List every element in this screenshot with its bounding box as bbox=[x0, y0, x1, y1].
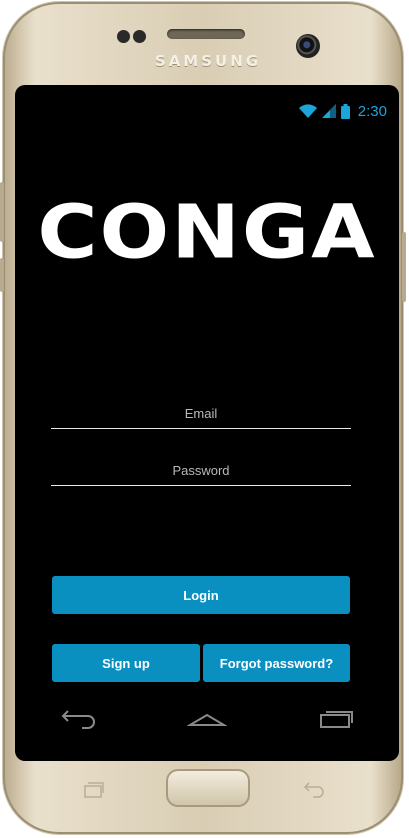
recent-apps-key-icon[interactable] bbox=[83, 781, 105, 799]
status-bar: 2:30 bbox=[298, 101, 387, 121]
proximity-sensor bbox=[117, 30, 130, 43]
login-button[interactable]: Login bbox=[52, 576, 350, 614]
screen: 2:30 CONGA Login Sign up Forgot password… bbox=[15, 85, 399, 761]
light-sensor bbox=[133, 30, 146, 43]
password-input[interactable] bbox=[51, 455, 351, 486]
recent-apps-icon[interactable] bbox=[318, 707, 354, 729]
brand-logo: SAMSUNG bbox=[154, 52, 262, 70]
volume-button bbox=[0, 182, 4, 242]
power-button bbox=[402, 232, 406, 302]
sign-up-button[interactable]: Sign up bbox=[52, 644, 200, 682]
home-icon[interactable] bbox=[186, 707, 227, 729]
app-logo: CONGA bbox=[37, 189, 377, 276]
cell-signal-icon bbox=[321, 104, 336, 118]
front-camera bbox=[296, 34, 320, 58]
wifi-icon bbox=[298, 104, 317, 118]
battery-icon bbox=[340, 103, 350, 119]
earpiece-speaker bbox=[167, 29, 245, 39]
bixby-button bbox=[0, 258, 4, 292]
android-nav-bar bbox=[15, 700, 399, 736]
forgot-password-button[interactable]: Forgot password? bbox=[203, 644, 350, 682]
status-time: 2:30 bbox=[357, 102, 387, 120]
back-icon[interactable] bbox=[60, 707, 96, 729]
phone-frame: SAMSUNG 2:30 CONGA Login Sign up Forgot … bbox=[0, 2, 406, 834]
back-key-icon[interactable] bbox=[303, 781, 325, 799]
home-key[interactable] bbox=[166, 769, 250, 807]
email-input[interactable] bbox=[51, 398, 351, 429]
